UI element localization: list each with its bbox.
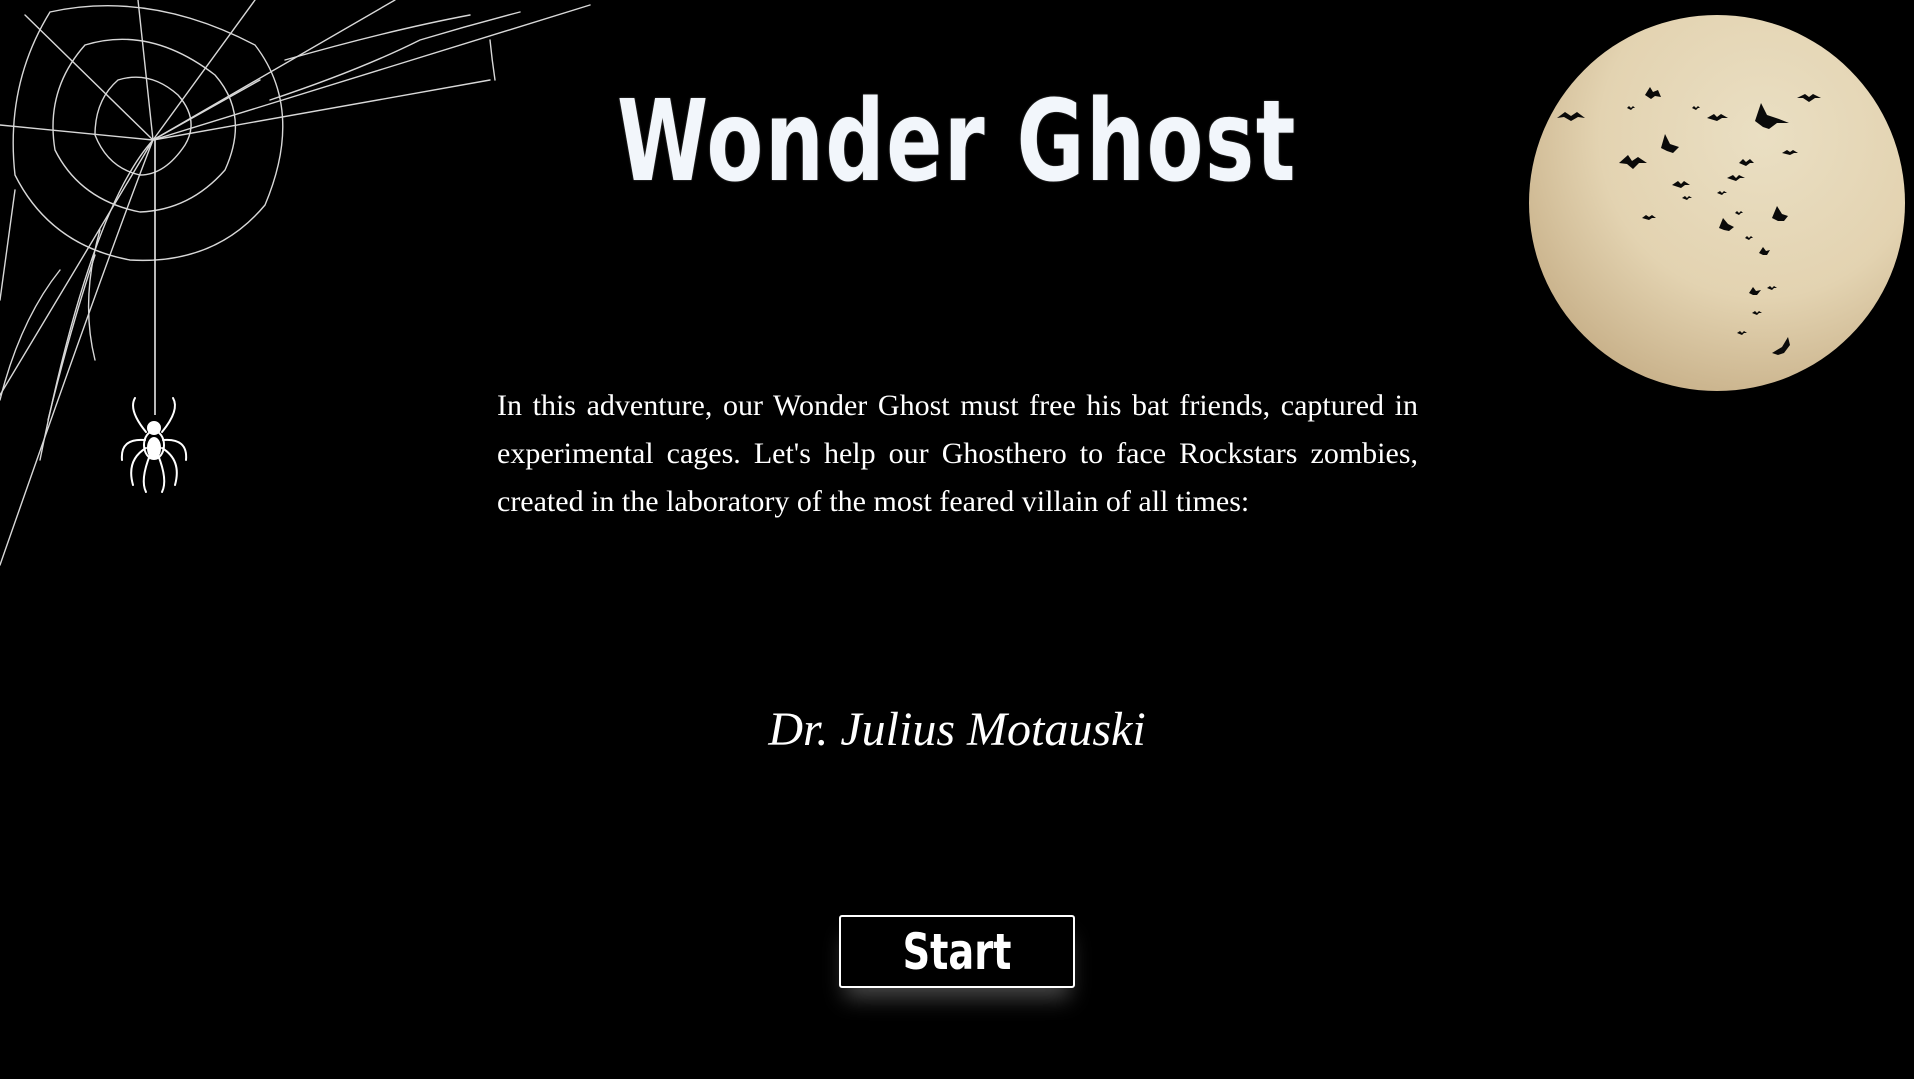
moon-decoration	[1529, 15, 1905, 391]
page-title: Wonder Ghost	[616, 77, 1298, 207]
spider-icon	[120, 397, 188, 493]
moon-icon	[1529, 15, 1905, 391]
intro-text: In this adventure, our Wonder Ghost must…	[497, 389, 1418, 518]
villain-name: Dr. Julius Motauski	[768, 703, 1146, 756]
start-button[interactable]: Start	[839, 915, 1075, 988]
start-button-label: Start	[902, 922, 1012, 981]
